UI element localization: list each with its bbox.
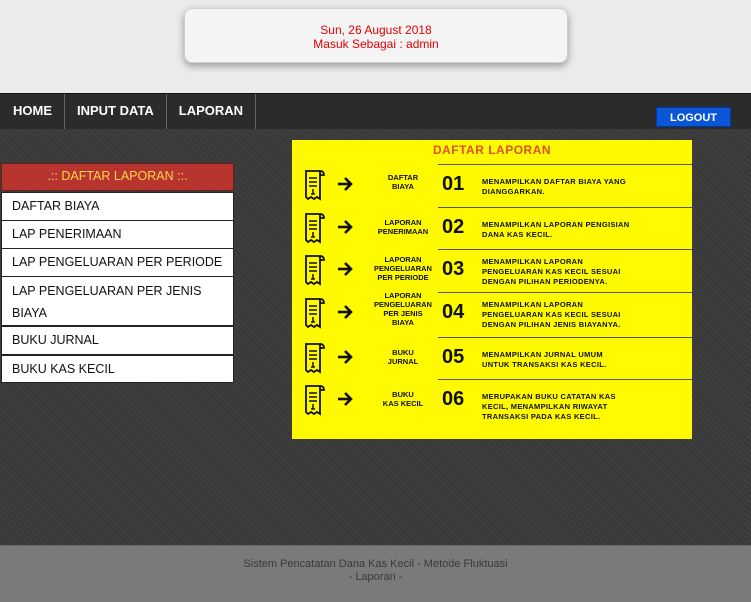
sidebar-item-daftar-biaya[interactable]: DAFTAR BIAYA	[1, 192, 234, 221]
report-number: 01	[442, 173, 465, 195]
sidebar-item-buku-kas-kecil[interactable]: BUKU KAS KECIL	[1, 355, 234, 383]
footer-line-1: Sistem Pencatatan Dana Kas Kecil - Metod…	[243, 558, 508, 570]
report-label: BUKU JURNAL	[387, 348, 419, 366]
logout-button[interactable]: LOGOUT	[656, 107, 731, 127]
row-divider	[438, 249, 692, 250]
sidebar-item-lap-penerimaan[interactable]: LAP PENERIMAAN	[1, 220, 234, 249]
arrow-right-icon	[336, 260, 354, 278]
report-description: MENAMPILKAN LAPORAN PENGELUARAN KAS KECI…	[482, 257, 621, 286]
arrow-right-icon	[336, 175, 354, 193]
report-row-04: LAPORAN PENGELUARAN PER JENIS BIAYA 04 MEN…	[292, 291, 692, 335]
report-label: LAPORAN PENERIMAAN	[377, 218, 429, 236]
report-label: DAFTAR BIAYA	[387, 173, 419, 191]
report-description: MENAMPILKAN LAPORAN PENGELUARAN KAS KECI…	[482, 300, 621, 329]
report-row-05: BUKU JURNAL 05 MENAMPILKAN JURNAL UMUM UNT…	[292, 337, 692, 380]
row-divider	[438, 337, 692, 338]
document-icon	[303, 342, 325, 376]
document-icon	[303, 384, 325, 418]
nav-input-data[interactable]: INPUT DATA	[65, 94, 167, 129]
sidebar-item-buku-jurnal[interactable]: BUKU JURNAL	[1, 326, 234, 355]
report-row-01: DAFTAR BIAYA 01 MENAMPILKAN DAFTAR BIAYA Y…	[292, 164, 692, 207]
report-description: MERUPAKAN BUKU CATATAN KAS KECIL, MENAMP…	[482, 392, 616, 421]
footer-line-2: - Laporan -	[348, 571, 403, 583]
laporan-info-panel: DAFTAR LAPORAN DAFTAR BIAYA 01 MENAMPILKAN…	[292, 140, 692, 439]
current-date: Sun, 26 August 2018	[320, 23, 432, 37]
row-divider	[438, 379, 692, 380]
session-info-box: Sun, 26 August 2018 Masuk Sebagai : admi…	[184, 8, 568, 63]
row-divider	[438, 164, 692, 165]
arrow-right-icon	[336, 348, 354, 366]
document-icon	[303, 212, 325, 246]
report-number: 05	[442, 346, 465, 368]
panel-title: DAFTAR LAPORAN	[432, 143, 552, 157]
navbar: HOME INPUT DATA LAPORAN LOGOUT	[0, 93, 751, 129]
report-number: 03	[442, 258, 465, 280]
top-header: Sun, 26 August 2018 Masuk Sebagai : admi…	[0, 0, 751, 93]
arrow-right-icon	[336, 218, 354, 236]
report-label: BUKU KAS KECIL	[382, 390, 424, 408]
report-row-03: LAPORAN PENGELUARAN PER PERIODE 03 MENAMPI…	[292, 249, 692, 292]
row-divider	[438, 207, 692, 208]
report-number: 04	[442, 301, 465, 323]
report-description: MENAMPILKAN DAFTAR BIAYA YANG DIANGGARKA…	[482, 177, 626, 196]
arrow-right-icon	[336, 303, 354, 321]
document-icon	[303, 169, 325, 203]
document-icon	[303, 297, 325, 331]
nav-laporan[interactable]: LAPORAN	[167, 94, 257, 129]
report-description: MENAMPILKAN LAPORAN PENGISIAN DANA KAS K…	[482, 220, 630, 239]
report-label: LAPORAN PENGELUARAN PER JENIS BIAYA	[374, 291, 432, 327]
sidebar-title: .:: DAFTAR LAPORAN ::.	[1, 163, 234, 191]
nav-home[interactable]: HOME	[0, 94, 65, 129]
report-description: MENAMPILKAN JURNAL UMUM UNTUK TRANSAKSI …	[482, 350, 607, 369]
report-row-02: LAPORAN PENERIMAAN 02 MENAMPILKAN LAPORAN …	[292, 207, 692, 250]
sidebar-item-lap-pengeluaran-periode[interactable]: LAP PENGELUARAN PER PERIODE	[1, 248, 234, 277]
report-number: 06	[442, 388, 465, 410]
sidebar-item-lap-pengeluaran-jenis-biaya[interactable]: LAP PENGELUARAN PER JENIS BIAYA	[1, 276, 234, 326]
login-info: Masuk Sebagai : admin	[313, 37, 439, 51]
report-label: LAPORAN PENGELUARAN PER PERIODE	[374, 255, 432, 282]
report-number: 02	[442, 216, 465, 238]
report-row-06: BUKU KAS KECIL 06 MERUPAKAN BUKU CATATAN K…	[292, 379, 692, 422]
row-divider	[438, 292, 692, 293]
document-icon	[303, 254, 325, 288]
arrow-right-icon	[336, 390, 354, 408]
footer: Sistem Pencatatan Dana Kas Kecil - Metod…	[0, 545, 751, 602]
